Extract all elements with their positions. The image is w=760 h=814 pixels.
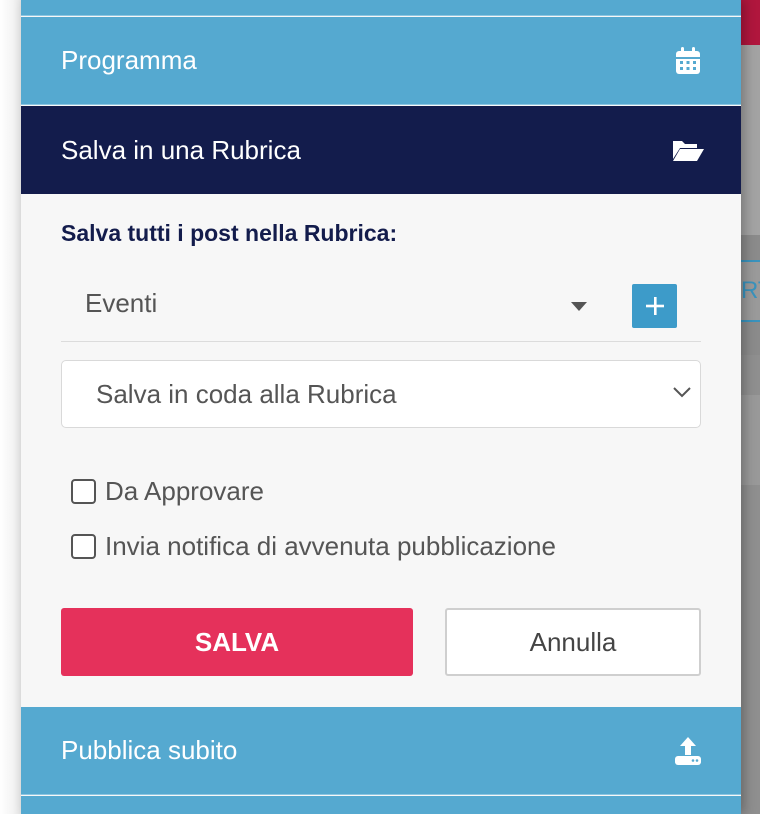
rubrica-select[interactable]: Eventi bbox=[61, 274, 701, 342]
left-background-edge bbox=[0, 0, 21, 814]
form-section-title: Salva tutti i post nella Rubrica: bbox=[61, 220, 398, 246]
background-text-fragment: RT bbox=[741, 260, 760, 322]
upload-icon bbox=[671, 734, 705, 768]
section-bar-bottom[interactable] bbox=[21, 796, 741, 814]
calendar-icon bbox=[671, 44, 705, 78]
section-pubblica-subito-label: Pubblica subito bbox=[61, 735, 238, 765]
section-salva-rubrica[interactable]: Salva in una Rubrica bbox=[21, 106, 741, 194]
background-block bbox=[741, 395, 760, 485]
checkbox-da-approvare-box[interactable] bbox=[71, 479, 96, 504]
section-programma[interactable]: Programma bbox=[21, 17, 741, 105]
background-red-strip bbox=[741, 0, 760, 45]
checkbox-invia-notifica[interactable]: Invia notifica di avvenuta pubblicazione bbox=[71, 531, 556, 562]
section-programma-label: Programma bbox=[61, 45, 197, 75]
section-pubblica-subito[interactable]: Pubblica subito bbox=[21, 707, 741, 795]
save-mode-select-value: Salva in coda alla Rubrica bbox=[96, 379, 397, 409]
section-bar-top[interactable] bbox=[21, 0, 741, 16]
folder-open-icon bbox=[671, 133, 705, 167]
background-right: RT bbox=[741, 0, 760, 814]
save-mode-select[interactable]: Salva in coda alla Rubrica bbox=[61, 360, 701, 428]
chevron-down-icon bbox=[672, 385, 692, 404]
checkbox-da-approvare[interactable]: Da Approvare bbox=[71, 476, 264, 507]
save-button[interactable]: SALVA bbox=[61, 608, 413, 676]
background-block bbox=[741, 45, 760, 235]
checkbox-invia-notifica-box[interactable] bbox=[71, 534, 96, 559]
cancel-button[interactable]: Annulla bbox=[445, 608, 701, 676]
section-salva-rubrica-label: Salva in una Rubrica bbox=[61, 134, 301, 165]
rubrica-select-value: Eventi bbox=[85, 288, 158, 318]
add-rubrica-button[interactable] bbox=[632, 284, 677, 328]
caret-down-icon bbox=[571, 302, 587, 311]
plus-icon bbox=[645, 297, 664, 315]
publish-options-panel: Programma Salva in una Rubrica Salva tut… bbox=[21, 0, 741, 814]
checkbox-da-approvare-label: Da Approvare bbox=[105, 476, 264, 506]
checkbox-invia-notifica-label: Invia notifica di avvenuta pubblicazione bbox=[105, 531, 556, 561]
